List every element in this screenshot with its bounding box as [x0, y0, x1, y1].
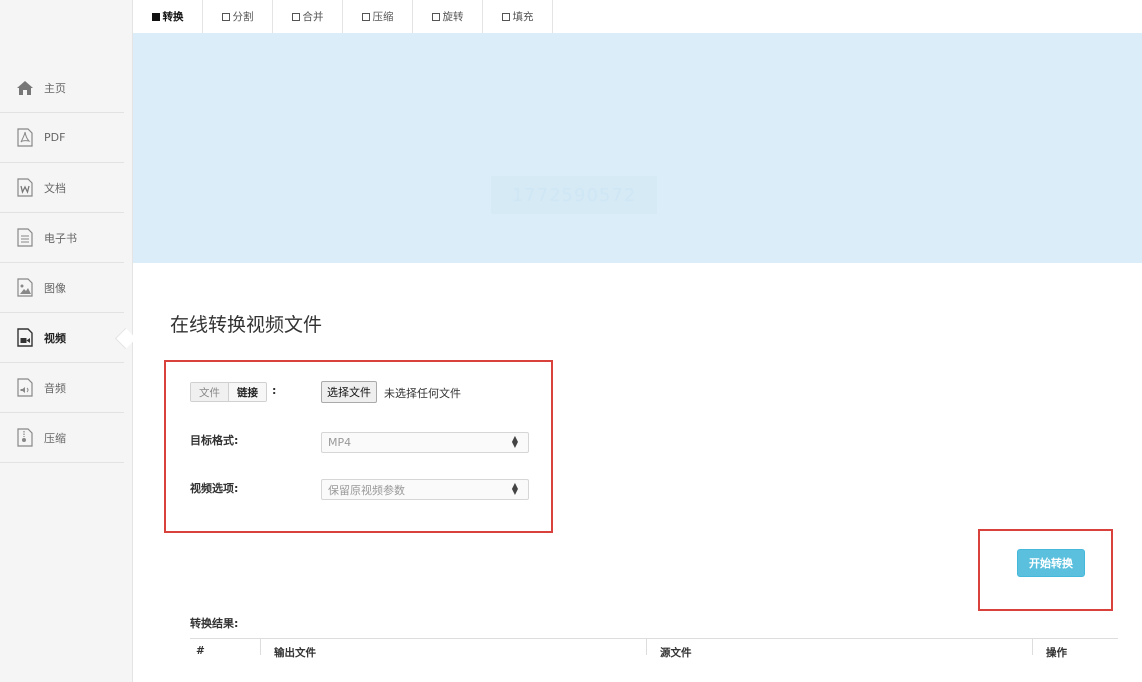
tool-tabs: 转换 分割 合并 压缩 旋转 填充 [133, 0, 553, 33]
video-options-select[interactable]: 保留原视频参数 ▲ ▼ [321, 479, 529, 500]
tab-label: 压缩 [372, 11, 394, 23]
tab-label: 旋转 [442, 11, 464, 23]
sidebar-item-label: 图像 [44, 281, 66, 295]
sidebar-item-label: 视频 [44, 331, 66, 345]
banner-text: 1772590572 [491, 176, 657, 214]
sidebar-item-video[interactable]: 视频 [0, 313, 124, 363]
target-format-label: 目标格式: [190, 434, 239, 447]
source-colon: : [272, 384, 277, 397]
banner: 1772590572 [133, 33, 1142, 263]
home-icon [15, 78, 35, 98]
tab-label: 合并 [302, 11, 324, 23]
video-icon [15, 328, 35, 348]
image-icon [15, 278, 35, 298]
checkbox-icon [151, 12, 160, 21]
sidebar-item-label: 音频 [44, 381, 66, 395]
sidebar-item-label: 电子书 [44, 231, 77, 245]
checkbox-icon [221, 12, 230, 21]
tab-fill[interactable]: 填充 [483, 0, 553, 33]
source-toggle: 文件 链接 [190, 382, 267, 402]
sidebar-item-label: 压缩 [44, 431, 66, 445]
select-arrows-icon: ▲ ▼ [511, 434, 518, 449]
checkbox-icon [291, 12, 300, 21]
choose-file-button[interactable]: 选择文件 [321, 381, 377, 403]
sidebar-item-audio[interactable]: 音频 [0, 363, 124, 413]
sidebar: 主页 PDF 文档 电子书 图像 视频 音频 压缩 [0, 0, 133, 682]
sidebar-item-ebook[interactable]: 电子书 [0, 213, 124, 263]
sidebar-item-image[interactable]: 图像 [0, 263, 124, 313]
column-header-index: # [196, 645, 205, 657]
word-document-icon [15, 178, 35, 198]
sidebar-item-archive[interactable]: 压缩 [0, 413, 124, 463]
target-format-value: MP4 [328, 436, 352, 449]
pdf-icon [15, 128, 35, 148]
column-divider [1032, 639, 1033, 655]
tab-label: 转换 [162, 11, 184, 23]
select-arrows-icon: ▲ ▼ [511, 481, 518, 496]
results-table: # 输出文件 源文件 操作 [190, 638, 1118, 682]
file-status: 未选择任何文件 [384, 387, 461, 400]
sidebar-item-label: PDF [44, 131, 66, 144]
tab-label: 填充 [512, 11, 534, 23]
sidebar-list: 主页 PDF 文档 电子书 图像 视频 音频 压缩 [0, 63, 124, 463]
video-options-label: 视频选项: [190, 482, 239, 495]
sidebar-item-home[interactable]: 主页 [0, 63, 124, 113]
start-convert-button[interactable]: 开始转换 [1017, 549, 1085, 577]
archive-icon [15, 428, 35, 448]
tab-merge[interactable]: 合并 [273, 0, 343, 33]
column-divider [260, 639, 261, 655]
sidebar-item-label: 主页 [44, 81, 66, 95]
source-tab-link[interactable]: 链接 [229, 383, 266, 401]
checkbox-icon [361, 12, 370, 21]
sidebar-item-pdf[interactable]: PDF [0, 113, 124, 163]
tab-rotate[interactable]: 旋转 [413, 0, 483, 33]
column-header-source: 源文件 [660, 647, 692, 659]
tab-label: 分割 [232, 11, 254, 23]
sidebar-item-label: 文档 [44, 181, 66, 195]
tab-compress[interactable]: 压缩 [343, 0, 413, 33]
ebook-icon [15, 228, 35, 248]
target-format-select[interactable]: MP4 ▲ ▼ [321, 432, 529, 453]
checkbox-icon [431, 12, 440, 21]
source-tab-file[interactable]: 文件 [191, 383, 229, 401]
audio-icon [15, 378, 35, 398]
page-title: 在线转换视频文件 [170, 314, 323, 336]
checkbox-icon [501, 12, 510, 21]
tab-convert[interactable]: 转换 [133, 0, 203, 33]
video-options-value: 保留原视频参数 [328, 483, 405, 497]
column-header-actions: 操作 [1046, 647, 1067, 659]
sidebar-item-document[interactable]: 文档 [0, 163, 124, 213]
tab-split[interactable]: 分割 [203, 0, 273, 33]
results-title: 转换结果: [190, 617, 239, 630]
column-divider [646, 639, 647, 655]
column-header-output: 输出文件 [274, 647, 316, 659]
